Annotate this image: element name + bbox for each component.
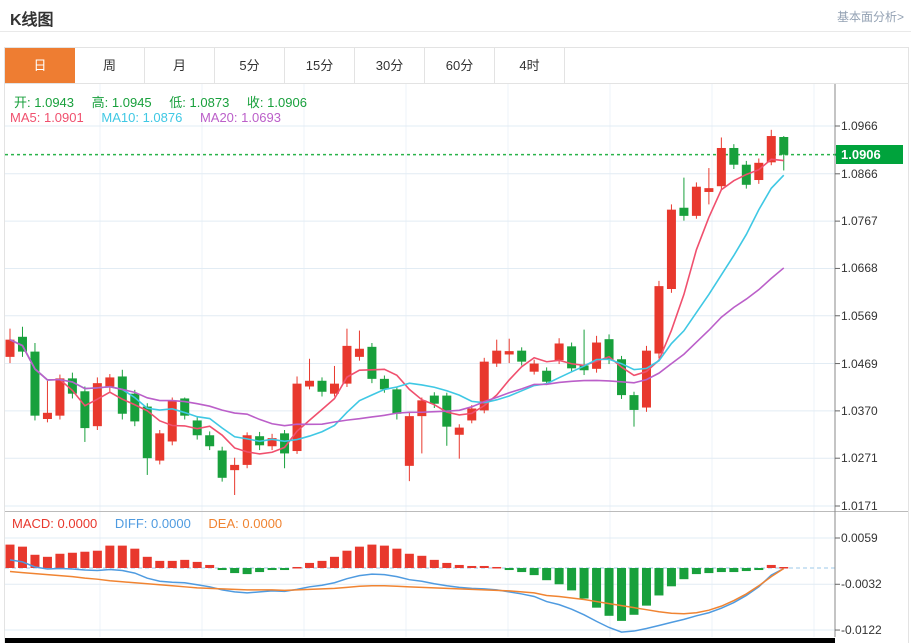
ma5-value: 1.0901 <box>43 110 84 125</box>
ma20-label: MA20: <box>199 110 238 125</box>
tab-day[interactable]: 日 <box>5 48 75 83</box>
diff-label: DIFF: <box>114 516 148 531</box>
low-label: 低: <box>169 95 186 110</box>
macd-axis-tick: 0.0059 <box>841 530 878 545</box>
dea-value: 0.0000 <box>242 516 283 531</box>
diff-value: 0.0000 <box>151 516 191 531</box>
tab-30min[interactable]: 30分 <box>355 48 425 83</box>
close-value: 1.0906 <box>267 95 307 110</box>
dea-label: DEA: <box>208 516 239 531</box>
chart-left-border <box>4 47 5 643</box>
interval-tabbar: 日 周 月 5分 15分 30分 60分 4时 <box>4 47 909 84</box>
y-axis-tick: 1.0767 <box>841 214 878 229</box>
ma10-label: MA10: <box>101 110 139 125</box>
y-axis-tick: 1.0966 <box>841 119 878 133</box>
tab-60min[interactable]: 60分 <box>425 48 495 83</box>
tab-month[interactable]: 月 <box>145 48 215 83</box>
macd-axis-tick: -0.0122 <box>841 623 882 638</box>
tab-4hour[interactable]: 4时 <box>495 48 565 83</box>
y-axis-tick: 1.0370 <box>841 403 878 418</box>
macd-label: MACD: <box>12 516 54 531</box>
tab-5min[interactable]: 5分 <box>215 48 285 83</box>
chart-right-border <box>908 47 909 643</box>
open-value: 1.0943 <box>34 95 75 110</box>
close-label: 收: <box>246 95 264 110</box>
tab-week[interactable]: 周 <box>75 48 145 83</box>
low-value: 1.0873 <box>189 95 230 110</box>
macd-value: 0.0000 <box>57 516 98 531</box>
y-axis-tick: 1.0569 <box>841 308 878 323</box>
ma20-value: 1.0693 <box>241 110 281 125</box>
high-value: 1.0945 <box>111 95 152 110</box>
current-price-tag: 1.0906 <box>836 145 903 165</box>
fundamental-analysis-link[interactable]: 基本面分析> <box>837 8 904 25</box>
y-axis-tick: 1.0866 <box>841 166 878 181</box>
ma-legend: MA5: 1.0901 MA10: 1.0876 MA20: 1.0693 <box>10 110 295 125</box>
macd-axis-tick: -0.0032 <box>841 577 882 592</box>
ma5-label: MA5: <box>10 110 41 125</box>
tab-15min[interactable]: 15分 <box>285 48 355 83</box>
high-label: 高: <box>91 95 109 110</box>
y-axis-tick: 1.0469 <box>841 356 878 371</box>
y-axis-tick: 1.0171 <box>841 499 878 513</box>
y-axis-tick: 1.0271 <box>841 451 878 466</box>
header-divider <box>0 31 911 32</box>
kline-page: K线图 基本面分析> 日 周 月 5分 15分 30分 60分 4时 开: 1.… <box>0 0 911 643</box>
page-title: K线图 <box>10 12 54 29</box>
macd-legend: MACD: 0.0000 DIFF: 0.0000 DEA: 0.0000 <box>12 516 296 531</box>
y-axis-tick: 1.0668 <box>841 261 878 276</box>
ma10-value: 1.0876 <box>142 110 183 125</box>
ohlc-legend: 开: 1.0943 高: 1.0945 低: 1.0873 收: 1.0906 <box>14 92 321 111</box>
open-label: 开: <box>14 95 31 110</box>
